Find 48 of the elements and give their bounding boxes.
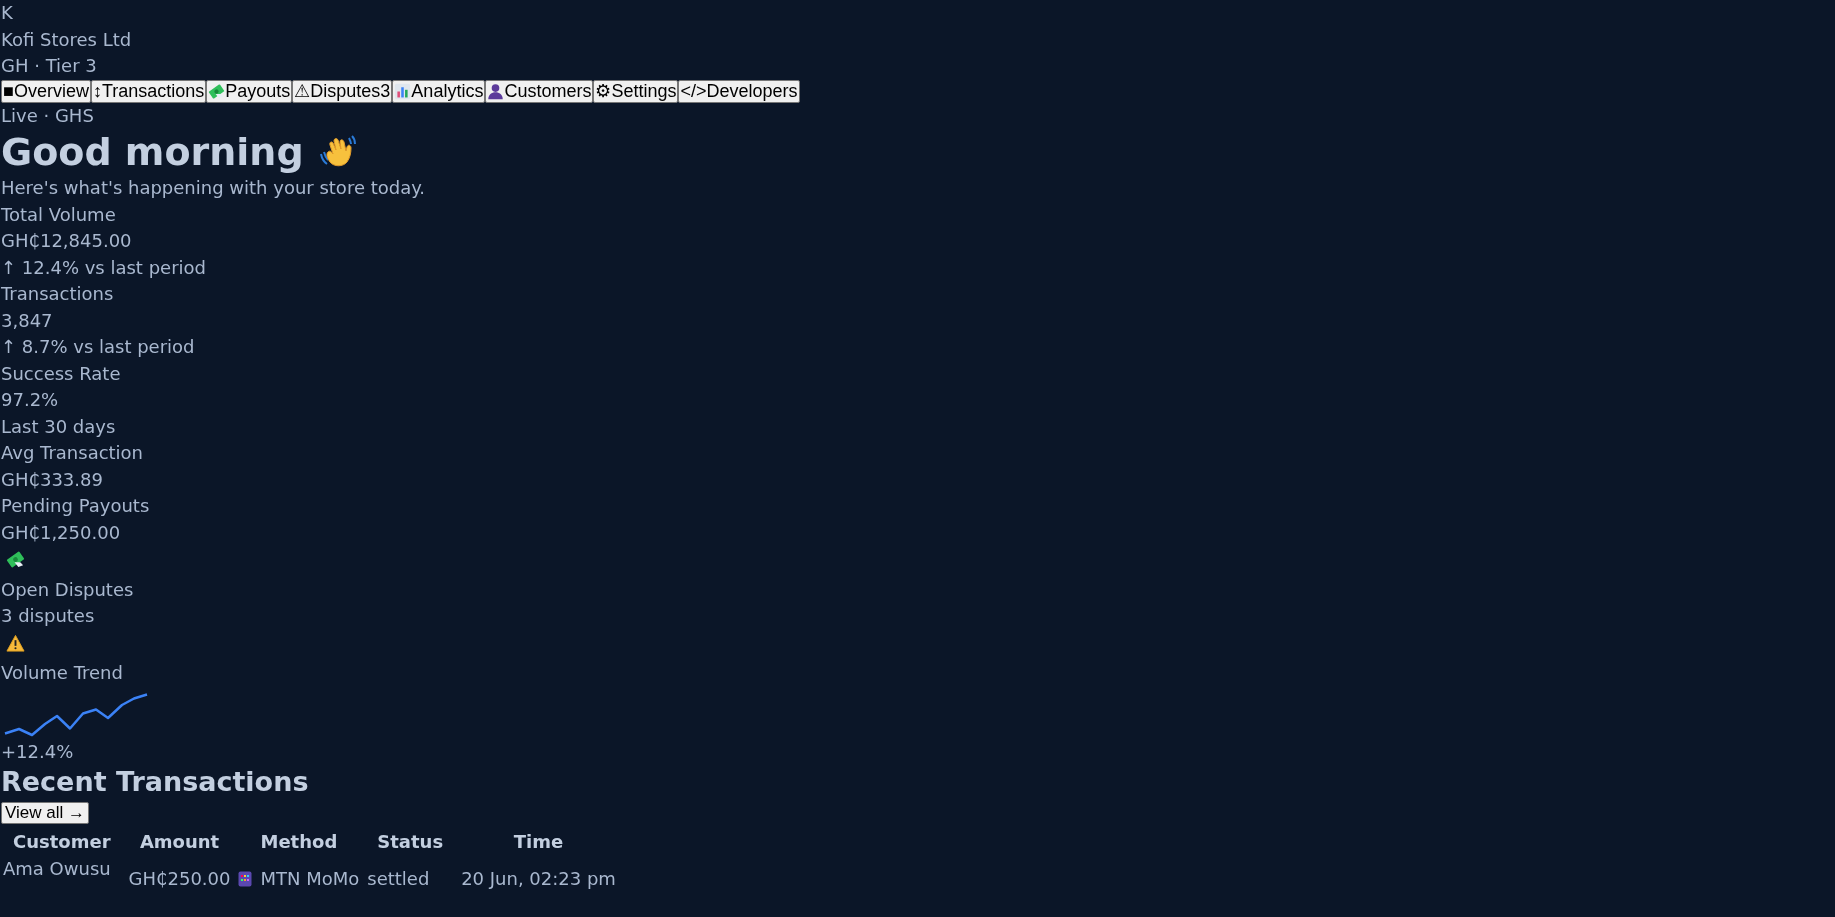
stat-label: Avg Transaction: [1, 441, 145, 465]
table-cell-text: 20 Jun, 02:23 pm: [460, 867, 617, 891]
nav-tab[interactable]: ⚙Settings: [593, 79, 679, 103]
store-meta: GH · Tier 3: [1, 54, 98, 78]
nav-tab[interactable]: Payouts: [206, 79, 293, 103]
trend-title: Volume Trend: [1, 661, 124, 685]
stat-value: 97.2%: [1, 388, 60, 412]
stat-value: GH₵12,845.00: [1, 229, 133, 253]
money-icon: [208, 82, 226, 100]
trend-change: +12.4%: [1, 739, 75, 764]
table-cell-text: GH₵250.00: [127, 867, 232, 891]
column-header: Customer: [12, 830, 112, 854]
greeting-subtitle: Here's what's happening with your store today.: [1, 176, 427, 200]
nav-tab[interactable]: Customers: [485, 79, 594, 103]
table-cell: MTN MoMo: [260, 868, 360, 889]
stat-note: ↑ 8.7% vs last period: [1, 335, 196, 359]
table-cell-text: settled: [366, 867, 431, 891]
column-header: Status: [376, 830, 445, 854]
stat-label: Open Disputes: [1, 577, 135, 602]
person-icon: [487, 82, 505, 100]
stat-label: Total Volume: [1, 202, 117, 227]
brand-initial: K: [1, 1, 14, 25]
stat-value: 3 disputes: [1, 604, 96, 628]
stat-value: 3,847: [1, 308, 54, 333]
nav-tab[interactable]: ↕Transactions: [90, 79, 207, 103]
nav-tab[interactable]: </>Developers: [678, 79, 800, 103]
stat-value: GH₵333.89: [1, 467, 104, 492]
mode-label: Live · GHS: [1, 103, 95, 128]
store-name: Kofi Stores Ltd: [1, 27, 133, 52]
section-title: Recent Transactions: [1, 765, 310, 799]
stat-note: ↑ 12.4% vs last period: [1, 255, 207, 280]
phone-icon: [238, 871, 253, 887]
nav-tab[interactable]: ■Overview: [1, 79, 91, 103]
column-header: Time: [512, 830, 565, 854]
stat-note: Last 30 days: [1, 414, 117, 439]
stat-label: Transactions: [1, 282, 115, 306]
warning-icon: [6, 633, 25, 653]
bar-chart-icon: [394, 82, 412, 100]
greeting-title: Good morning: [1, 129, 304, 175]
nav-tab[interactable]: ⚠Disputes3: [292, 79, 393, 103]
view-all-button[interactable]: View all →: [1, 802, 89, 824]
stat-label: Pending Payouts: [1, 494, 151, 518]
stat-label: Success Rate: [1, 361, 122, 386]
column-header: Amount: [138, 830, 221, 854]
nav-tab[interactable]: Analytics: [392, 79, 486, 103]
stat-value: GH₵1,250.00: [1, 520, 122, 545]
column-header: Method: [259, 830, 339, 854]
table-cell-text: Ama Owusu: [2, 857, 112, 881]
